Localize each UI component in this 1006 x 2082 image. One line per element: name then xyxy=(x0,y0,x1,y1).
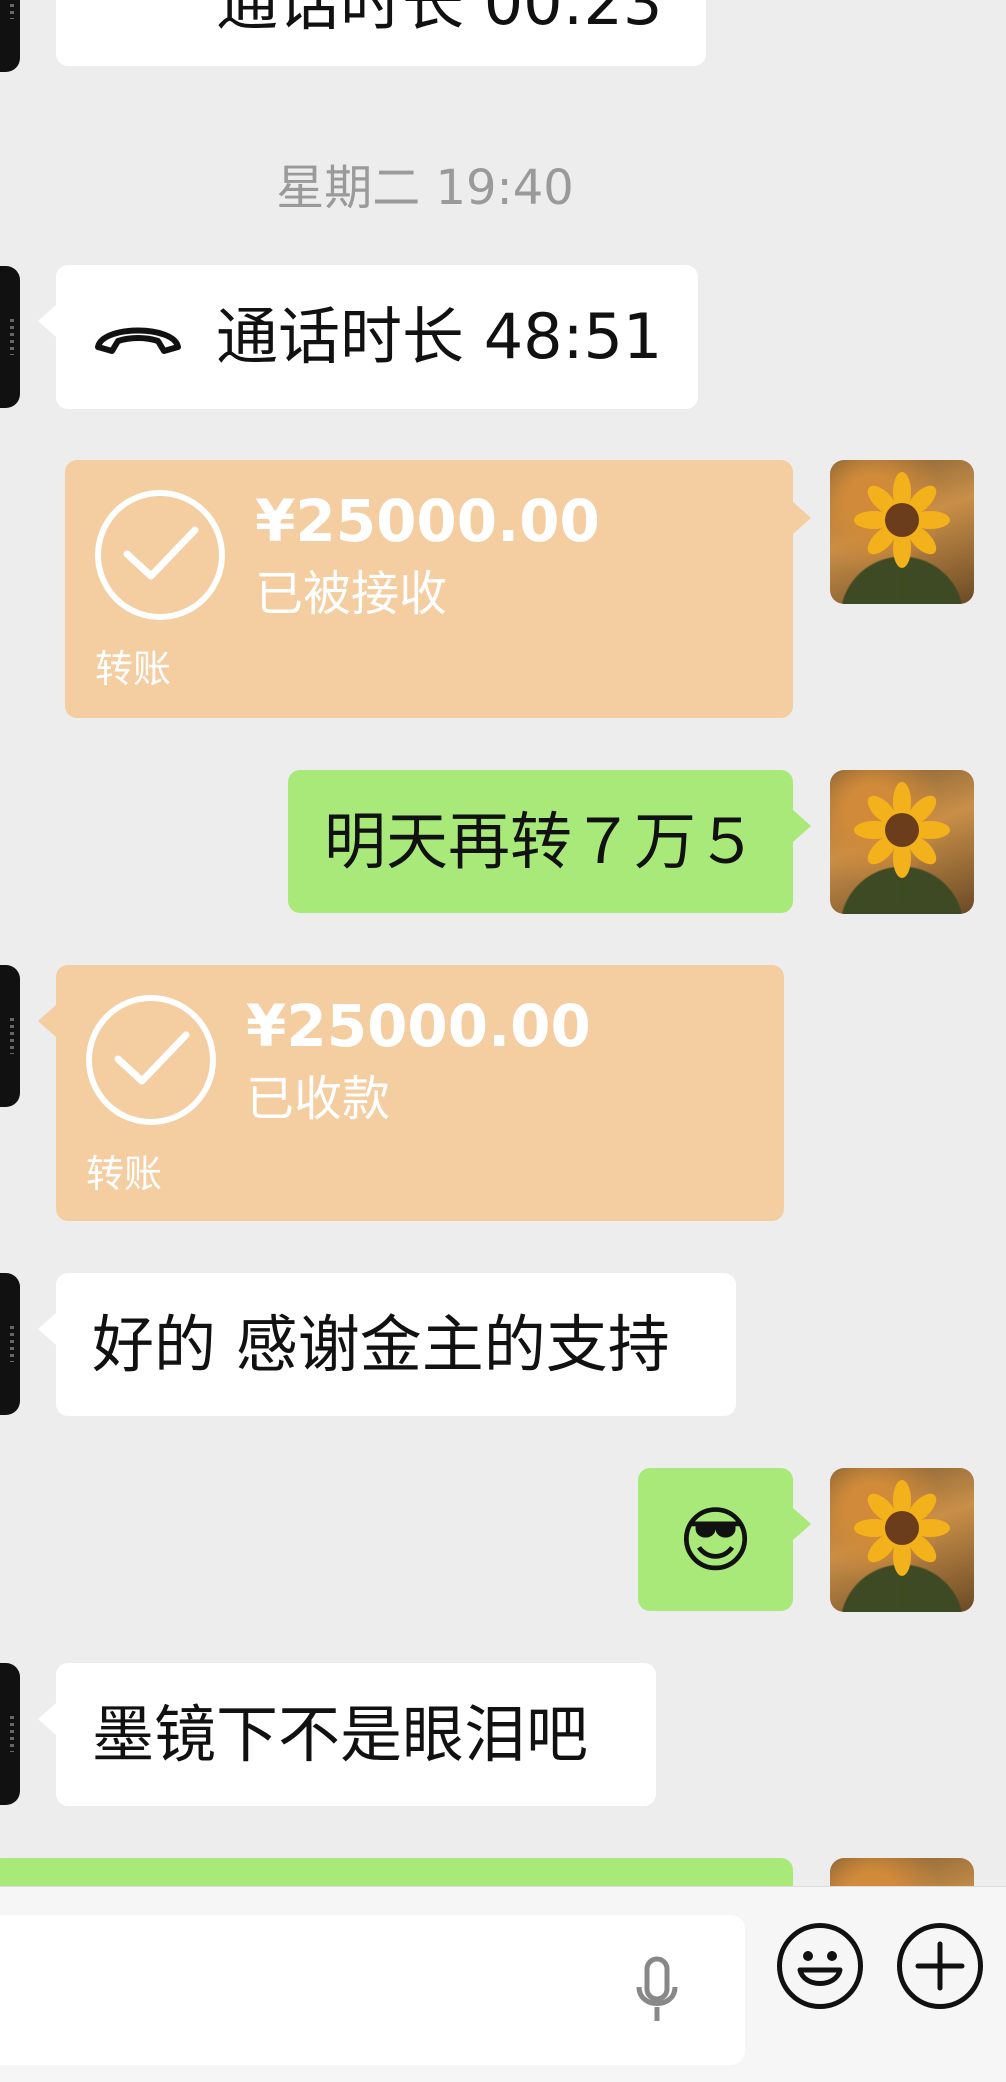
call-record-bubble[interactable]: 通话时长 48:51 xyxy=(38,265,698,409)
call-duration-text: 通话时长 48:51 xyxy=(216,300,663,373)
my-avatar[interactable] xyxy=(830,1468,974,1612)
my-avatar[interactable] xyxy=(830,770,974,914)
transfer-card-sent[interactable]: ¥25000.00 已被接收 转账 xyxy=(65,460,811,718)
message-text: 墨镜下不是眼泪吧 xyxy=(92,1697,589,1771)
received-message-bubble[interactable]: 墨镜下不是眼泪吧 xyxy=(38,1663,656,1806)
message-text: 好的 感谢金主的支持 xyxy=(92,1307,670,1381)
message-timestamp: 星期二 19:40 xyxy=(276,160,574,216)
contact-avatar[interactable] xyxy=(0,1273,20,1415)
chat-screen: 通话时长 00:23 星期二 19:40 通话时长 48:51 ¥25000.0… xyxy=(0,0,1006,2082)
received-message-bubble[interactable]: 好的 感谢金主的支持 xyxy=(38,1273,736,1416)
sunglasses-emoji: 😎 xyxy=(677,1497,754,1582)
check-circle-icon xyxy=(86,995,216,1125)
sunflower-icon xyxy=(854,472,950,598)
transfer-status: 已收款 xyxy=(246,1071,391,1127)
input-bar xyxy=(0,1886,1006,2082)
message-text: 明天再转７万５ xyxy=(324,804,759,878)
transfer-status: 已被接收 xyxy=(255,566,448,622)
call-duration-text: 通话时长 00:23 xyxy=(216,0,663,39)
check-circle-icon xyxy=(95,490,225,620)
smiley-icon[interactable] xyxy=(777,1923,863,2009)
transfer-label: 转账 xyxy=(95,647,172,691)
contact-avatar[interactable] xyxy=(0,1663,20,1805)
sent-message-bubble[interactable]: 明天再转７万５ xyxy=(288,770,811,913)
transfer-amount: ¥25000.00 xyxy=(255,487,600,555)
contact-avatar[interactable] xyxy=(0,266,20,408)
contact-avatar[interactable] xyxy=(0,965,20,1107)
transfer-amount: ¥25000.00 xyxy=(246,992,591,1060)
sunflower-icon xyxy=(854,782,950,908)
microphone-icon[interactable] xyxy=(635,1955,679,2027)
phone-hangup-icon xyxy=(95,327,181,354)
my-avatar[interactable] xyxy=(830,460,974,604)
contact-avatar[interactable] xyxy=(0,0,20,72)
transfer-label: 转账 xyxy=(86,1152,163,1196)
message-input[interactable] xyxy=(0,1915,745,2065)
sunflower-icon xyxy=(854,1480,950,1606)
transfer-card-received[interactable]: ¥25000.00 已收款 转账 xyxy=(38,965,784,1221)
call-record-bubble-partial[interactable]: 通话时长 00:23 xyxy=(56,0,706,66)
plus-icon[interactable] xyxy=(897,1923,983,2009)
sent-emoji-bubble[interactable]: 😎 xyxy=(638,1468,811,1611)
